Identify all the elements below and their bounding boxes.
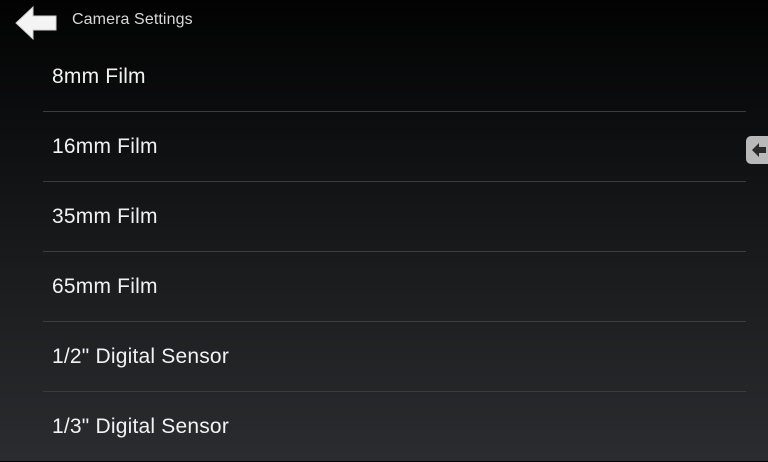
page-title: Camera Settings [72,11,193,28]
list-item-35mm-film[interactable]: 35mm Film [43,182,746,252]
list-item-16mm-film[interactable]: 16mm Film [43,112,746,182]
arrow-left-icon [752,143,766,157]
list-item-label: 65mm Film [52,274,158,298]
list-item-label: 35mm Film [52,204,158,228]
list-item-label: 1/2" Digital Sensor [52,344,230,368]
action-bar: Camera Settings [0,0,768,42]
list-item-third-inch-sensor[interactable]: 1/3" Digital Sensor [43,392,746,462]
back-button[interactable] [12,4,60,42]
side-panel-handle[interactable] [746,136,768,164]
list-item-label: 16mm Film [52,134,158,158]
list-item-8mm-film[interactable]: 8mm Film [43,42,746,112]
list-item-label: 8mm Film [52,64,146,88]
list-item-65mm-film[interactable]: 65mm Film [43,252,746,322]
camera-format-list: 8mm Film 16mm Film 35mm Film 65mm Film 1… [43,42,746,462]
arrow-left-icon [15,6,57,40]
list-item-label: 1/3" Digital Sensor [52,415,230,438]
list-item-half-inch-sensor[interactable]: 1/2" Digital Sensor [43,322,746,392]
